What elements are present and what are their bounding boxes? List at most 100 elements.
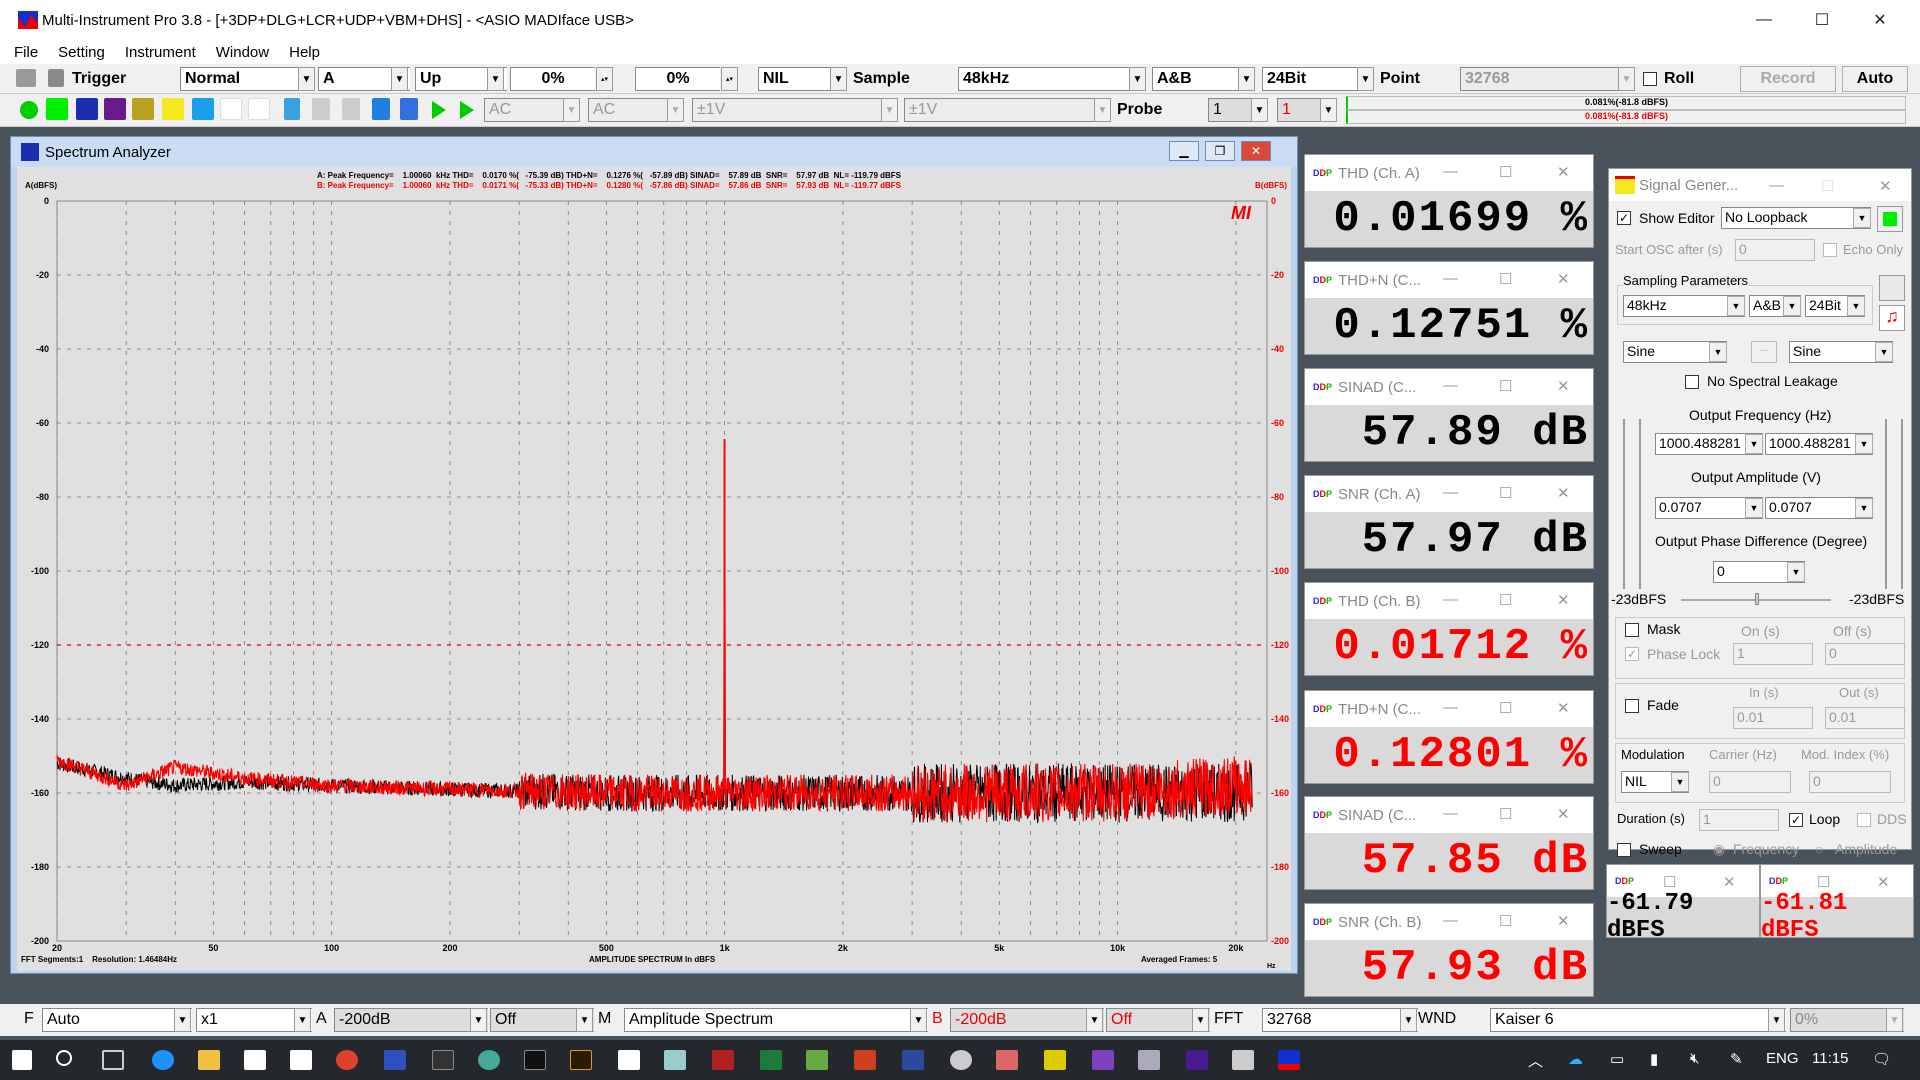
save-icon[interactable] — [48, 69, 64, 87]
app-icon[interactable] — [664, 1050, 686, 1070]
notifications-icon[interactable]: 🗨︎ — [1872, 1050, 1891, 1068]
app-icon[interactable] — [1138, 1050, 1160, 1070]
minimize-icon[interactable]: — — [1443, 912, 1458, 929]
visual-studio-icon[interactable] — [1092, 1050, 1114, 1070]
pen-icon[interactable]: ✎ — [1730, 1050, 1743, 1068]
spin-button[interactable]: ▴▾ — [596, 67, 613, 91]
loop-checkbox[interactable]: ✓ — [1789, 813, 1803, 827]
dropdown-arrow[interactable]: ▼ — [1745, 434, 1763, 454]
range-a-select[interactable]: ±1V — [692, 98, 888, 122]
chrome-icon[interactable] — [336, 1050, 358, 1070]
auto-button[interactable]: Auto — [1842, 66, 1908, 92]
phase-lock-checkbox[interactable]: ✓ — [1625, 647, 1639, 661]
maximize-icon[interactable]: ☐ — [1499, 591, 1512, 609]
maximize-icon[interactable]: ☐ — [1499, 377, 1512, 395]
fade-out-input[interactable]: 0.01 — [1825, 707, 1905, 729]
mask-off-input[interactable]: 0 — [1825, 643, 1905, 665]
spectrum-close-button[interactable]: ✕ — [1241, 141, 1271, 161]
spectrum-minimize-button[interactable]: ▁ — [1169, 141, 1199, 161]
maximize-icon[interactable]: ☐ — [1499, 699, 1512, 717]
a-floor-select[interactable]: -200dB — [334, 1008, 488, 1032]
sweep-amplitude-radio[interactable]: ○ — [1815, 841, 1823, 857]
close-icon[interactable]: ✕ — [1557, 699, 1570, 717]
start-icon[interactable] — [12, 1050, 32, 1070]
app-icon[interactable] — [384, 1050, 406, 1070]
clock[interactable]: 11:15 — [1812, 1050, 1848, 1067]
probe-b-select[interactable]: 1 — [1277, 98, 1321, 122]
dropdown-arrow[interactable]: ▼ — [1745, 498, 1763, 518]
coupling-b-select[interactable]: AC — [588, 98, 676, 122]
menu-instrument[interactable]: Instrument — [125, 44, 196, 61]
close-icon[interactable]: ✕ — [1557, 912, 1570, 930]
app-icon[interactable] — [478, 1050, 500, 1070]
dropdown-arrow[interactable]: ▼ — [830, 67, 847, 91]
trigger-delay-input[interactable]: 0% — [635, 67, 720, 91]
probe-icon[interactable] — [372, 98, 390, 120]
speaker-icon[interactable] — [400, 98, 418, 120]
spectrum-chart[interactable]: 0 0 -20 -20 -40 -40 -60 -60 -80 -80 -100 -100 -120 -1… — [17, 167, 1291, 971]
spectrum-analyzer-icon[interactable] — [76, 98, 98, 120]
edge-icon[interactable] — [152, 1050, 174, 1070]
loopback-select[interactable]: No Loopback — [1721, 207, 1871, 229]
maximize-icon[interactable]: ☐ — [1499, 805, 1512, 823]
dropdown-arrow[interactable]: ▼ — [391, 67, 408, 91]
minimize-icon[interactable]: — — [1443, 699, 1458, 716]
dropdown-arrow[interactable]: ▼ — [1671, 772, 1689, 792]
maximize-icon[interactable]: ☐ — [1499, 484, 1512, 502]
ground-b-icon[interactable] — [342, 98, 360, 120]
dropdown-arrow[interactable]: ▼ — [1886, 1008, 1903, 1032]
channels-select[interactable]: A&B — [1152, 67, 1240, 91]
close-icon[interactable]: ✕ — [1557, 591, 1570, 609]
maximize-icon[interactable]: ☐ — [1499, 270, 1512, 288]
menu-file[interactable]: File — [14, 44, 38, 61]
file-explorer-icon[interactable] — [198, 1050, 220, 1070]
close-icon[interactable]: ✕ — [1879, 177, 1892, 195]
bridge-icon[interactable] — [570, 1050, 592, 1070]
close-icon[interactable]: ✕ — [1723, 873, 1736, 891]
show-editor-checkbox[interactable]: ✓ — [1617, 211, 1631, 225]
dropdown-arrow[interactable]: ▼ — [667, 98, 684, 122]
onedrive-icon[interactable]: ☁ — [1568, 1050, 1583, 1068]
multimeter-icon[interactable] — [104, 98, 126, 120]
dropdown-arrow[interactable]: ▼ — [910, 1008, 927, 1032]
volume-muted-icon[interactable]: 🔇︎ — [1690, 1050, 1699, 1067]
slider-thumb[interactable] — [1755, 593, 1759, 605]
dsp-icon[interactable] — [220, 98, 242, 120]
maximize-icon[interactable]: ☐ — [1817, 873, 1830, 891]
generator-status-button[interactable] — [1877, 206, 1903, 232]
dropdown-arrow[interactable]: ▼ — [1251, 98, 1268, 122]
spectrum-mode-select[interactable]: Amplitude Spectrum — [624, 1008, 928, 1032]
dropdown-arrow[interactable]: ▼ — [1238, 67, 1255, 91]
fft-points-select[interactable]: 32768 — [1460, 67, 1620, 91]
bits-select[interactable]: 24Bit — [1262, 67, 1366, 91]
close-icon[interactable]: ✕ — [1557, 270, 1570, 288]
access-icon[interactable] — [712, 1050, 734, 1070]
dropdown-arrow[interactable]: ▼ — [1086, 1008, 1103, 1032]
dropdown-arrow[interactable]: ▼ — [1618, 67, 1635, 91]
dropdown-arrow[interactable]: ▼ — [1768, 1008, 1785, 1032]
dropdown-arrow[interactable]: ▼ — [294, 1008, 311, 1032]
dropdown-arrow[interactable]: ▼ — [576, 1008, 593, 1032]
dropdown-arrow[interactable]: ▼ — [298, 67, 315, 91]
no-spectral-leakage-checkbox[interactable] — [1685, 375, 1699, 389]
search-icon[interactable] — [56, 1050, 72, 1066]
dropdown-arrow[interactable]: ▼ — [563, 98, 580, 122]
maximize-icon[interactable]: ☐ — [1499, 912, 1512, 930]
ground-a-icon[interactable] — [312, 98, 330, 120]
record-button[interactable]: Record — [1740, 66, 1836, 92]
dut-icon[interactable] — [192, 98, 214, 120]
notepad-icon[interactable] — [618, 1050, 640, 1070]
close-icon[interactable]: ✕ — [1557, 163, 1570, 181]
dropdown-arrow[interactable]: ▼ — [1094, 98, 1111, 122]
app-icon[interactable] — [1232, 1050, 1254, 1070]
powerpoint-icon[interactable] — [854, 1050, 876, 1070]
multi-instrument-icon[interactable] — [1278, 1050, 1300, 1070]
dropdown-arrow[interactable]: ▼ — [1875, 342, 1893, 362]
music-note-icon[interactable]: ♫ — [1879, 305, 1905, 331]
level-slider-b1[interactable] — [1885, 419, 1887, 589]
dropdown-arrow[interactable]: ▼ — [1709, 342, 1727, 362]
store-icon[interactable] — [244, 1050, 266, 1070]
dropdown-arrow[interactable]: ▼ — [1853, 208, 1871, 228]
spectrum-restore-button[interactable]: ❐ — [1205, 141, 1235, 161]
visio-icon[interactable] — [902, 1050, 924, 1070]
